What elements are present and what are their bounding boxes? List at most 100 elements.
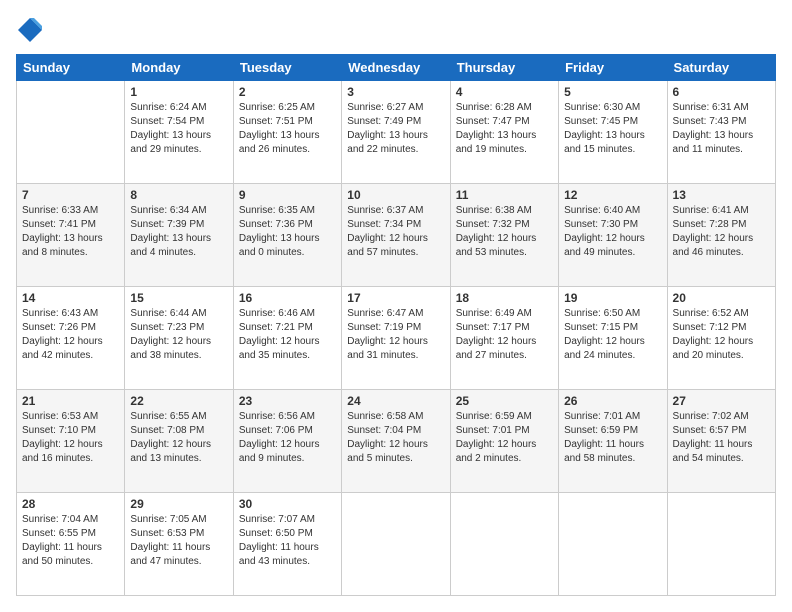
calendar-cell: 18 Sunrise: 6:49 AMSunset: 7:17 PMDayligh…: [450, 287, 558, 390]
calendar-cell: 4Sunrise: 6:28 AMSunset: 7:47 PMDaylight…: [450, 81, 558, 184]
calendar-day-header: Monday: [125, 55, 233, 81]
calendar-cell: 3Sunrise: 6:27 AMSunset: 7:49 PMDaylight…: [342, 81, 450, 184]
calendar-cell: [17, 81, 125, 184]
logo: [16, 16, 48, 44]
calendar-day-header: Saturday: [667, 55, 775, 81]
logo-icon: [16, 16, 44, 44]
day-number: 30: [239, 497, 336, 511]
day-number: 11: [456, 188, 553, 202]
calendar-cell: 25 Sunrise: 6:59 AMSunset: 7:01 PMDayligh…: [450, 390, 558, 493]
calendar-cell: 19 Sunrise: 6:50 AMSunset: 7:15 PMDayligh…: [559, 287, 667, 390]
header: [16, 16, 776, 44]
day-info: Sunrise: 6:37 AMSunset: 7:34 PMDaylight:…: [347, 204, 444, 260]
day-number: 20: [673, 291, 770, 305]
calendar-cell: 27 Sunrise: 7:02 AMSunset: 6:57 PMDayligh…: [667, 390, 775, 493]
day-number: 7: [22, 188, 119, 202]
calendar-cell: 15 Sunrise: 6:44 AMSunset: 7:23 PMDayligh…: [125, 287, 233, 390]
day-info: Sunrise: 6:34 AMSunset: 7:39 PMDaylight:…: [130, 204, 227, 260]
calendar-cell: 6 Sunrise: 6:31 AMSunset: 7:43 PMDaylight…: [667, 81, 775, 184]
calendar-cell: 26Sunrise: 7:01 AMSunset: 6:59 PMDayligh…: [559, 390, 667, 493]
calendar-table: SundayMondayTuesdayWednesdayThursdayFrid…: [16, 54, 776, 596]
day-info: Sunrise: 6:49 AMSunset: 7:17 PMDaylight:…: [456, 307, 553, 363]
day-info: Sunrise: 6:30 AMSunset: 7:45 PMDaylight:…: [564, 101, 661, 157]
day-number: 26: [564, 394, 661, 408]
calendar-cell: 9 Sunrise: 6:35 AMSunset: 7:36 PMDaylight…: [233, 184, 341, 287]
calendar-cell: [667, 493, 775, 596]
day-info: Sunrise: 7:05 AMSunset: 6:53 PMDaylight:…: [130, 513, 227, 569]
day-number: 16: [239, 291, 336, 305]
day-number: 29: [130, 497, 227, 511]
day-number: 15: [130, 291, 227, 305]
day-info: Sunrise: 6:53 AMSunset: 7:10 PMDaylight:…: [22, 410, 119, 466]
day-info: Sunrise: 7:02 AMSunset: 6:57 PMDaylight:…: [673, 410, 770, 466]
day-info: Sunrise: 6:35 AMSunset: 7:36 PMDaylight:…: [239, 204, 336, 260]
day-number: 24: [347, 394, 444, 408]
calendar-cell: 21Sunrise: 6:53 AMSunset: 7:10 PMDayligh…: [17, 390, 125, 493]
day-number: 8: [130, 188, 227, 202]
day-info: Sunrise: 6:41 AMSunset: 7:28 PMDaylight:…: [673, 204, 770, 260]
day-info: Sunrise: 6:59 AMSunset: 7:01 PMDaylight:…: [456, 410, 553, 466]
day-number: 22: [130, 394, 227, 408]
calendar-cell: 28 Sunrise: 7:04 AMSunset: 6:55 PMDayligh…: [17, 493, 125, 596]
day-info: Sunrise: 6:52 AMSunset: 7:12 PMDaylight:…: [673, 307, 770, 363]
calendar-cell: 12Sunrise: 6:40 AMSunset: 7:30 PMDayligh…: [559, 184, 667, 287]
calendar-cell: 7 Sunrise: 6:33 AMSunset: 7:41 PMDaylight…: [17, 184, 125, 287]
calendar-cell: 30Sunrise: 7:07 AMSunset: 6:50 PMDayligh…: [233, 493, 341, 596]
day-info: Sunrise: 6:33 AMSunset: 7:41 PMDaylight:…: [22, 204, 119, 260]
calendar-week-row: 21Sunrise: 6:53 AMSunset: 7:10 PMDayligh…: [17, 390, 776, 493]
day-number: 6: [673, 85, 770, 99]
day-number: 10: [347, 188, 444, 202]
day-info: Sunrise: 6:31 AMSunset: 7:43 PMDaylight:…: [673, 101, 770, 157]
calendar-cell: 10 Sunrise: 6:37 AMSunset: 7:34 PMDayligh…: [342, 184, 450, 287]
day-number: 2: [239, 85, 336, 99]
day-number: 3: [347, 85, 444, 99]
calendar-cell: 20 Sunrise: 6:52 AMSunset: 7:12 PMDayligh…: [667, 287, 775, 390]
page: SundayMondayTuesdayWednesdayThursdayFrid…: [0, 0, 792, 612]
day-number: 23: [239, 394, 336, 408]
calendar-cell: 1 Sunrise: 6:24 AMSunset: 7:54 PMDaylight…: [125, 81, 233, 184]
day-info: Sunrise: 6:44 AMSunset: 7:23 PMDaylight:…: [130, 307, 227, 363]
day-info: Sunrise: 6:50 AMSunset: 7:15 PMDaylight:…: [564, 307, 661, 363]
day-info: Sunrise: 6:43 AMSunset: 7:26 PMDaylight:…: [22, 307, 119, 363]
calendar-day-header: Sunday: [17, 55, 125, 81]
day-number: 25: [456, 394, 553, 408]
calendar-cell: 8 Sunrise: 6:34 AMSunset: 7:39 PMDaylight…: [125, 184, 233, 287]
calendar-cell: 5 Sunrise: 6:30 AMSunset: 7:45 PMDaylight…: [559, 81, 667, 184]
calendar-header-row: SundayMondayTuesdayWednesdayThursdayFrid…: [17, 55, 776, 81]
day-number: 4: [456, 85, 553, 99]
day-number: 27: [673, 394, 770, 408]
day-number: 1: [130, 85, 227, 99]
day-info: Sunrise: 6:56 AMSunset: 7:06 PMDaylight:…: [239, 410, 336, 466]
day-number: 14: [22, 291, 119, 305]
day-number: 19: [564, 291, 661, 305]
calendar-cell: 16Sunrise: 6:46 AMSunset: 7:21 PMDayligh…: [233, 287, 341, 390]
calendar-cell: 13 Sunrise: 6:41 AMSunset: 7:28 PMDayligh…: [667, 184, 775, 287]
calendar-day-header: Wednesday: [342, 55, 450, 81]
calendar-week-row: 1 Sunrise: 6:24 AMSunset: 7:54 PMDaylight…: [17, 81, 776, 184]
calendar-cell: 2 Sunrise: 6:25 AMSunset: 7:51 PMDaylight…: [233, 81, 341, 184]
day-number: 9: [239, 188, 336, 202]
calendar-cell: [342, 493, 450, 596]
calendar-cell: 29 Sunrise: 7:05 AMSunset: 6:53 PMDayligh…: [125, 493, 233, 596]
day-number: 28: [22, 497, 119, 511]
day-number: 18: [456, 291, 553, 305]
calendar-day-header: Friday: [559, 55, 667, 81]
calendar-cell: 23 Sunrise: 6:56 AMSunset: 7:06 PMDayligh…: [233, 390, 341, 493]
day-info: Sunrise: 6:40 AMSunset: 7:30 PMDaylight:…: [564, 204, 661, 260]
calendar-week-row: 14 Sunrise: 6:43 AMSunset: 7:26 PMDayligh…: [17, 287, 776, 390]
day-number: 5: [564, 85, 661, 99]
calendar-cell: 17Sunrise: 6:47 AMSunset: 7:19 PMDayligh…: [342, 287, 450, 390]
day-number: 13: [673, 188, 770, 202]
calendar-day-header: Tuesday: [233, 55, 341, 81]
calendar-week-row: 7 Sunrise: 6:33 AMSunset: 7:41 PMDaylight…: [17, 184, 776, 287]
day-info: Sunrise: 6:55 AMSunset: 7:08 PMDaylight:…: [130, 410, 227, 466]
day-info: Sunrise: 6:38 AMSunset: 7:32 PMDaylight:…: [456, 204, 553, 260]
calendar-cell: 24Sunrise: 6:58 AMSunset: 7:04 PMDayligh…: [342, 390, 450, 493]
calendar-cell: 14 Sunrise: 6:43 AMSunset: 7:26 PMDayligh…: [17, 287, 125, 390]
day-info: Sunrise: 6:25 AMSunset: 7:51 PMDaylight:…: [239, 101, 336, 157]
day-info: Sunrise: 6:24 AMSunset: 7:54 PMDaylight:…: [130, 101, 227, 157]
calendar-cell: [559, 493, 667, 596]
calendar-cell: 22 Sunrise: 6:55 AMSunset: 7:08 PMDayligh…: [125, 390, 233, 493]
calendar-cell: [450, 493, 558, 596]
day-info: Sunrise: 7:04 AMSunset: 6:55 PMDaylight:…: [22, 513, 119, 569]
